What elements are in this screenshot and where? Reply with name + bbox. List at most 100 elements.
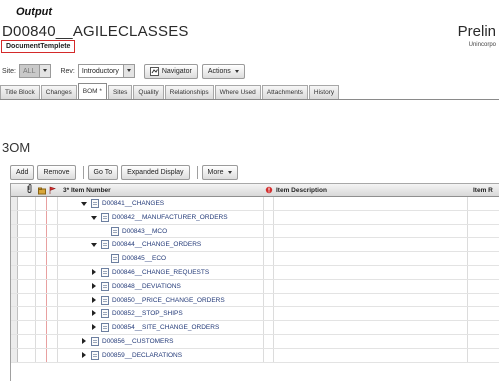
goto-button[interactable]: Go To (87, 164, 119, 180)
document-icon (111, 226, 119, 236)
document-icon (101, 295, 109, 305)
row-handle[interactable] (11, 293, 18, 307)
tab-bom[interactable]: BOM * (77, 83, 107, 99)
tab-changes[interactable]: Changes (40, 85, 77, 99)
row-handle[interactable] (11, 197, 18, 210)
remove-button[interactable]: Remove (37, 164, 76, 180)
page-title: D00840__AGILECLASSES (2, 23, 189, 40)
expand-arrow-icon[interactable] (91, 324, 98, 331)
expand-arrow-icon[interactable] (91, 282, 98, 290)
tab-quality[interactable]: Quality (133, 85, 164, 99)
column-divider (57, 307, 58, 321)
required-icon (265, 184, 273, 198)
item-number-link[interactable]: D00844__CHANGE_ORDERS (112, 241, 201, 248)
item-number-link[interactable]: D00841__CHANGES (102, 200, 164, 207)
column-divider (263, 224, 264, 238)
collapse-arrow-icon[interactable] (81, 200, 88, 207)
rev-select[interactable]: Introductory (77, 64, 135, 78)
bom-table: 3* Item Number Item Description Item R D… (10, 183, 499, 381)
expand-arrow-icon[interactable] (81, 351, 88, 359)
expand-arrow-icon[interactable] (91, 296, 98, 304)
navigator-button[interactable]: Navigator (143, 63, 198, 79)
table-row[interactable]: D00846__CHANGE_REQUESTS (11, 265, 499, 280)
column-divider (273, 293, 274, 307)
row-handle[interactable] (11, 307, 18, 321)
item-number-link[interactable]: D00842__MANUFACTURER_ORDERS (112, 214, 228, 221)
row-handle[interactable] (11, 238, 18, 252)
column-divider (46, 293, 47, 307)
row-handle[interactable] (11, 334, 18, 348)
column-divider (46, 307, 47, 321)
item-number-link[interactable]: D00850__PRICE_CHANGE_ORDERS (112, 297, 225, 304)
table-row[interactable]: D00843__MCO (11, 224, 499, 239)
output-label: Output (16, 6, 53, 18)
column-divider (467, 279, 468, 293)
item-number-link[interactable]: D00848__DEVIATIONS (112, 283, 181, 290)
item-number-link[interactable]: D00843__MCO (122, 228, 167, 235)
column-divider (263, 348, 264, 362)
column-divider (46, 197, 47, 210)
column-divider (273, 307, 274, 321)
item-number-link[interactable]: D00859__DECLARATIONS (102, 352, 182, 359)
actions-label: Actions (207, 67, 231, 75)
table-row[interactable]: D00859__DECLARATIONS (11, 348, 499, 363)
expanded-display-button[interactable]: Expanded Display (121, 164, 190, 180)
row-handle[interactable] (11, 252, 18, 265)
item-number-link[interactable]: D00845__ECO (122, 255, 166, 262)
add-button[interactable]: Add (10, 164, 35, 180)
item-number-cell: D00848__DEVIATIONS (91, 280, 181, 293)
column-divider (57, 197, 58, 210)
row-handle[interactable] (11, 348, 18, 362)
row-handle[interactable] (11, 279, 18, 293)
table-row[interactable]: D00856__CUSTOMERS (11, 334, 499, 349)
table-row[interactable]: D00852__STOP_SHIPS (11, 307, 499, 322)
site-select[interactable]: ALL (19, 64, 52, 78)
table-row[interactable]: D00850__PRICE_CHANGE_ORDERS (11, 293, 499, 308)
flag-icon (49, 184, 57, 198)
bom-toolbar: Add Remove Go To Expanded Display More (10, 164, 241, 180)
table-row[interactable]: D00845__ECO (11, 252, 499, 266)
collapse-arrow-icon[interactable] (91, 214, 98, 221)
row-handle[interactable] (11, 321, 18, 334)
column-divider (57, 210, 58, 224)
more-button[interactable]: More (201, 164, 238, 180)
tab-where-used[interactable]: Where Used (214, 85, 261, 99)
column-divider (263, 252, 264, 265)
collapse-arrow-icon[interactable] (91, 241, 98, 248)
table-row[interactable]: D00848__DEVIATIONS (11, 279, 499, 294)
document-icon (91, 350, 99, 360)
column-item-number[interactable]: 3* Item Number (63, 184, 111, 198)
column-divider (35, 348, 36, 362)
column-divider (35, 252, 36, 265)
item-number-link[interactable]: D00856__CUSTOMERS (102, 338, 173, 345)
tab-relationships[interactable]: Relationships (164, 85, 214, 99)
column-item-rev[interactable]: Item R (473, 184, 493, 198)
row-handle[interactable] (11, 265, 18, 279)
site-label: Site: (2, 67, 17, 75)
column-item-description[interactable]: Item Description (276, 184, 327, 198)
document-icon (101, 240, 109, 250)
column-divider (273, 224, 274, 238)
expand-arrow-icon[interactable] (91, 310, 98, 317)
tab-sites[interactable]: Sites (107, 85, 133, 99)
tab-history[interactable]: History (308, 85, 340, 99)
expand-arrow-icon[interactable] (81, 337, 88, 345)
expand-arrow-icon[interactable] (91, 268, 98, 276)
table-row[interactable]: D00844__CHANGE_ORDERS (11, 238, 499, 253)
tab-attachments[interactable]: Attachments (261, 85, 308, 99)
document-icon (101, 323, 109, 333)
item-number-link[interactable]: D00854__SITE_CHANGE_ORDERS (112, 324, 219, 331)
item-number-link[interactable]: D00852__STOP_SHIPS (112, 310, 183, 317)
row-handle[interactable] (11, 224, 18, 238)
table-row[interactable]: D00842__MANUFACTURER_ORDERS (11, 210, 499, 225)
table-row[interactable]: D00841__CHANGES (11, 197, 499, 211)
column-divider (57, 321, 58, 334)
row-handle[interactable] (11, 210, 18, 224)
actions-button[interactable]: Actions (201, 63, 245, 79)
toolbar-divider (82, 165, 84, 179)
column-divider (46, 224, 47, 238)
item-number-link[interactable]: D00846__CHANGE_REQUESTS (112, 269, 209, 276)
table-row[interactable]: D00854__SITE_CHANGE_ORDERS (11, 321, 499, 335)
item-number-cell: D00854__SITE_CHANGE_ORDERS (91, 321, 219, 334)
tab-title-block[interactable]: Title Block (0, 85, 40, 99)
